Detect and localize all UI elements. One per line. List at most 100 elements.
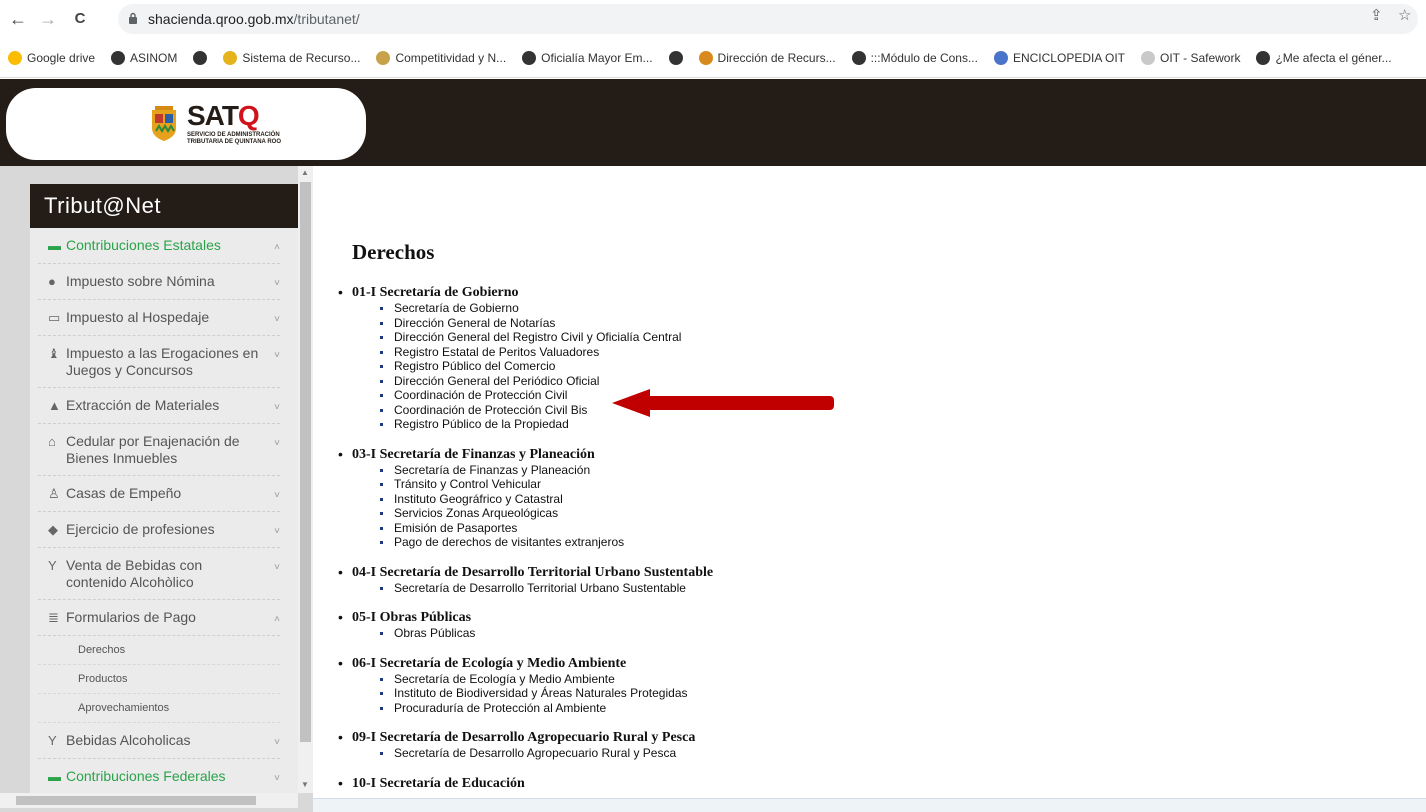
bookmark-item[interactable]: Oficialía Mayor Em... (522, 47, 653, 69)
department-links: Secretaría de Finanzas y Planeación Tráns… (374, 463, 1330, 550)
address-bar[interactable]: shacienda.qroo.gob.mx/tributanet/ (118, 4, 1418, 34)
site-logo[interactable]: SATQ SERVICIO DE ADMINISTRACIÓN TRIBUTAR… (6, 88, 366, 160)
sidebar-item[interactable]: ≣ Formularios de Pago ˄ (38, 600, 280, 636)
department-link[interactable]: Dirección General del Periódico Oficial (374, 374, 1330, 389)
folder-open-icon: ▬ (48, 769, 61, 784)
department-link[interactable]: Coordinación de Protección Civil Bis (374, 403, 1330, 418)
department-link[interactable]: Obras Públicas (374, 626, 1330, 641)
department-links: Obras Públicas (374, 626, 1330, 641)
department-link[interactable]: Secretaría de Gobierno (374, 301, 1330, 316)
department-link[interactable]: Secretaría de Finanzas y Planeación (374, 463, 1330, 478)
bookmark-favicon-icon (1141, 51, 1155, 65)
pawn-icon: ♙ (48, 486, 60, 501)
star-icon[interactable]: ☆ (1398, 6, 1411, 24)
bookmark-label: Dirección de Recurs... (717, 51, 836, 65)
bookmark-favicon-icon (993, 51, 1008, 65)
department-link[interactable]: Secretaría de Desarrollo Territorial Urb… (374, 581, 1330, 596)
sidebar-item[interactable]: ⌂ Cedular por Enajenación de Bienes Inmueb… (38, 424, 280, 476)
url-text: shacienda.qroo.gob.mx/tributanet/ (148, 11, 360, 27)
bookmark-label: ENCICLOPEDIA OIT (1012, 51, 1125, 65)
forward-arrow-icon[interactable]: → (36, 7, 60, 31)
sidebar-container: Tribut@Net ▬ Contribuciones Estatales ˄ ● Im… (0, 166, 313, 812)
sidebar-item-label: Formularios de Pago (66, 609, 196, 625)
bookmark-item[interactable]: Google drive (8, 47, 95, 69)
department-title: 10-I Secretaría de Educación (352, 775, 525, 791)
bookmark-item[interactable]: ENCICLOPEDIA OIT (993, 47, 1125, 69)
sidebar-item[interactable]: ▲ Extracción de Materiales ˅ (38, 388, 280, 424)
url-domain: shacienda.qroo.gob.mx (148, 11, 294, 27)
bookmark-favicon-icon (8, 51, 22, 65)
department-link[interactable]: Procuraduría de Protección al Ambiente (374, 701, 1330, 716)
chevron-icon: ˄ (274, 242, 280, 253)
sidebar-subitem[interactable]: Aprovechamientos (38, 694, 280, 723)
department-link[interactable]: Instituto Geográfrico y Catastral (374, 492, 1330, 507)
department-title: 09-I Secretaría de Desarrollo Agropecuar… (352, 730, 696, 745)
bookmark-item[interactable]: :::Módulo de Cons... (851, 47, 978, 69)
bookmark-item[interactable]: Competitividad y N... (376, 47, 506, 69)
department-link[interactable]: Registro Público del Comercio (374, 359, 1330, 374)
scroll-up-arrow-icon[interactable]: ▲ (301, 168, 309, 177)
department-link[interactable]: Dirección General de Notarías (374, 316, 1330, 331)
bookmark-label: Google drive (27, 51, 96, 65)
sidebar-item[interactable]: ● Impuesto sobre Nómina ˅ (38, 264, 280, 300)
sidebar-subitem[interactable]: Derechos (38, 636, 280, 665)
sidebar-item[interactable]: ♝ Impuesto a las Erogaciones en Juegos y C… (38, 336, 280, 388)
department-link[interactable]: Tránsito y Control Vehicular (374, 477, 1330, 492)
department-link[interactable]: Pago de derechos de visitantes extranjer… (374, 535, 1330, 550)
horizontal-scrollbar-thumb[interactable] (16, 796, 256, 805)
sidebar-menu: ▬ Contribuciones Estatales ˄ ● Impuesto sobr… (30, 228, 298, 795)
chevron-icon: ˅ (274, 562, 280, 573)
bookmark-item[interactable]: Dirección de Recurs... (698, 47, 836, 69)
lock-icon (129, 12, 137, 24)
bookmark-favicon-icon (698, 51, 713, 65)
department-link[interactable]: Coordinación de Protección Civil (374, 388, 1330, 403)
bookmark-item[interactable] (193, 47, 208, 69)
list-icon: ≣ (48, 610, 59, 625)
sidebar: Tribut@Net ▬ Contribuciones Estatales ˄ ● Im… (30, 184, 298, 804)
tree-icon: ▲ (48, 398, 61, 413)
bookmark-item[interactable] (668, 47, 683, 69)
department-link[interactable]: Servicios Zonas Arqueológicas (374, 506, 1330, 521)
sidebar-item[interactable]: Y Venta de Bebidas con contenido Alcohòlic… (38, 548, 280, 600)
annotation-arrow-icon (612, 389, 834, 417)
sidebar-item[interactable]: ▬ Contribuciones Estatales ˄ (38, 228, 280, 264)
logo-q: Q (237, 100, 260, 131)
chevron-icon: ˅ (274, 737, 280, 748)
state-shield-icon (152, 106, 176, 141)
scroll-down-arrow-icon[interactable]: ▼ (301, 780, 309, 789)
home-icon: ⌂ (48, 434, 56, 449)
share-icon[interactable]: ⇪ (1370, 6, 1383, 24)
bookmark-item[interactable]: Sistema de Recurso... (223, 47, 360, 69)
back-arrow-icon[interactable]: ← (6, 7, 30, 31)
department-link[interactable]: Registro Público de la Propiedad (374, 417, 1330, 432)
bookmark-item[interactable]: ¿Me afecta el géner... (1256, 47, 1392, 69)
sidebar-item[interactable]: ▬ Contribuciones Federales ˅ (38, 759, 280, 795)
sidebar-item[interactable]: ◆ Ejercicio de profesiones ˅ (38, 512, 280, 548)
chevron-icon: ˅ (274, 490, 280, 501)
scrollbar-thumb[interactable] (300, 182, 311, 742)
bookmarks-bar: Google drive ASINOM Sistema de Recurso... C… (8, 47, 1420, 69)
department-link[interactable]: Registro Estatal de Peritos Valuadores (374, 345, 1330, 360)
sidebar-item[interactable]: Y Bebidas Alcoholicas ˅ (38, 723, 280, 759)
department-title: 04-I Secretaría de Desarrollo Territoria… (352, 564, 714, 580)
sidebar-item[interactable]: ▭ Impuesto al Hospedaje ˅ (38, 300, 280, 336)
chevron-icon: ˅ (274, 526, 280, 537)
bookmark-item[interactable]: OIT - Safework (1141, 47, 1240, 69)
department-item: 06-I Secretaría de Ecología y Medio Ambi… (330, 655, 1330, 716)
reload-icon[interactable]: C (68, 7, 92, 31)
department-link[interactable]: Secretaría de Desarrollo Agropecuario Ru… (374, 746, 1330, 761)
department-item: 03-I Secretaría de Finanzas y Planeación… (330, 446, 1330, 550)
department-link[interactable]: Dirección General del Registro Civil y O… (374, 330, 1330, 345)
bookmark-item[interactable]: ASINOM (111, 47, 177, 69)
sidebar-subitem[interactable]: Productos (38, 665, 280, 694)
department-links: Secretaría de Desarrollo Agropecuario Ru… (374, 746, 1330, 761)
department-link[interactable]: Instituto de Biodiversidad y Áreas Natur… (374, 686, 1330, 701)
bottom-band (313, 798, 1426, 812)
sidebar-horizontal-scrollbar[interactable] (0, 793, 298, 808)
sidebar-item[interactable]: ♙ Casas de Empeño ˅ (38, 476, 280, 512)
sidebar-vertical-scrollbar[interactable]: ▲ ▼ (298, 166, 313, 793)
department-link[interactable]: Secretaría de Ecología y Medio Ambiente (374, 672, 1330, 687)
department-title: 06-I Secretaría de Ecología y Medio Ambi… (352, 655, 627, 671)
department-link[interactable]: Emisión de Pasaportes (374, 521, 1330, 536)
bookmark-favicon-icon (522, 51, 537, 65)
